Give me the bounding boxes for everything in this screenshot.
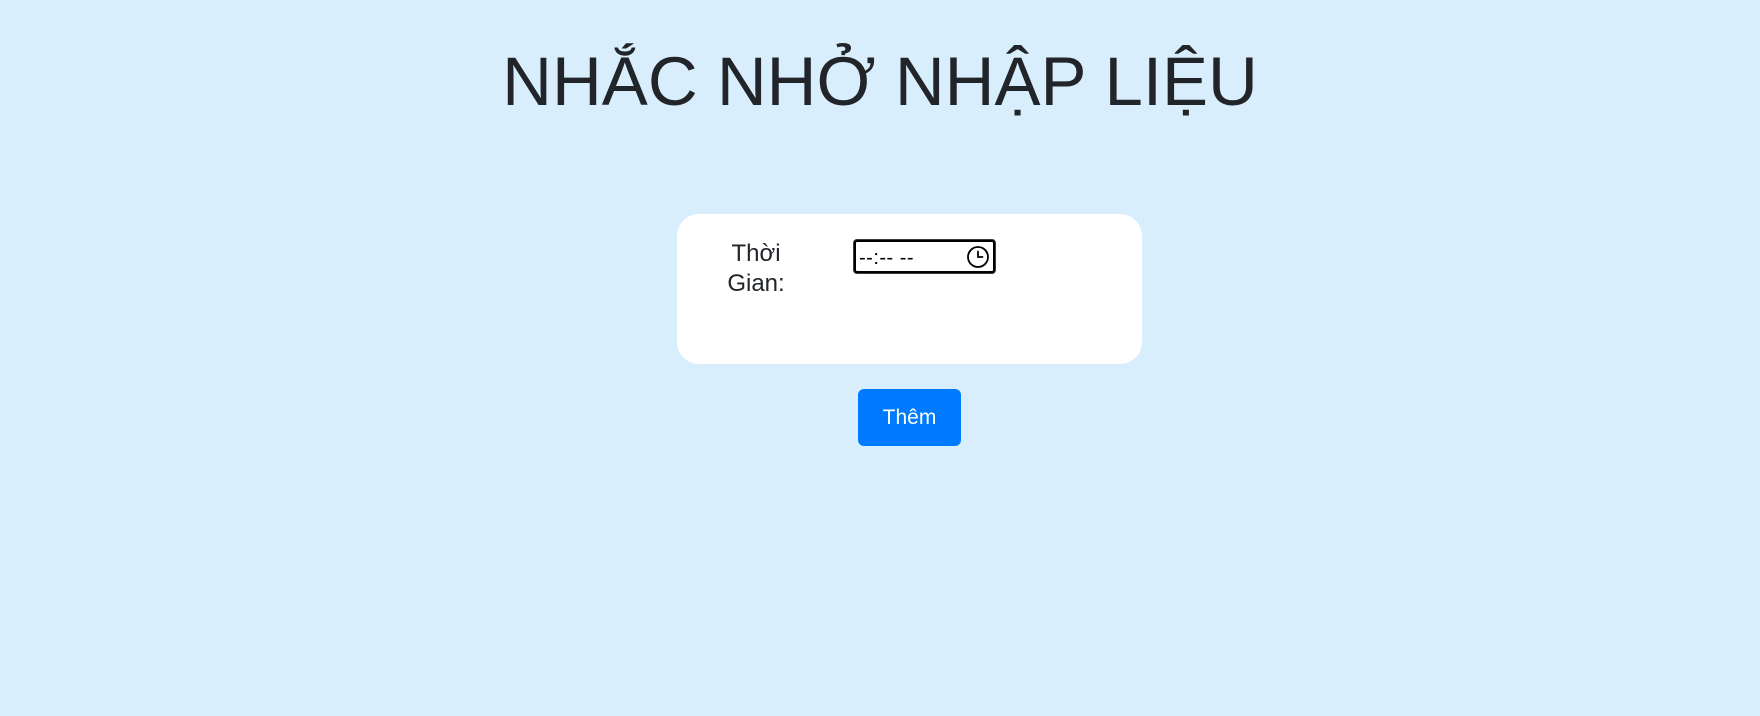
reminder-form-card: Thời Gian: --:-- -- xyxy=(677,214,1142,364)
time-label-line1: Thời xyxy=(731,240,781,267)
time-input[interactable]: --:-- -- xyxy=(853,239,996,274)
time-input-value[interactable]: --:-- -- xyxy=(859,247,914,269)
clock-icon[interactable] xyxy=(966,245,990,269)
add-button[interactable]: Thêm xyxy=(858,389,961,446)
time-label: Thời Gian: xyxy=(717,239,795,299)
page-title: NHẮC NHỞ NHẬP LIỆU xyxy=(502,43,1258,120)
time-label-line2: Gian: xyxy=(727,270,785,297)
